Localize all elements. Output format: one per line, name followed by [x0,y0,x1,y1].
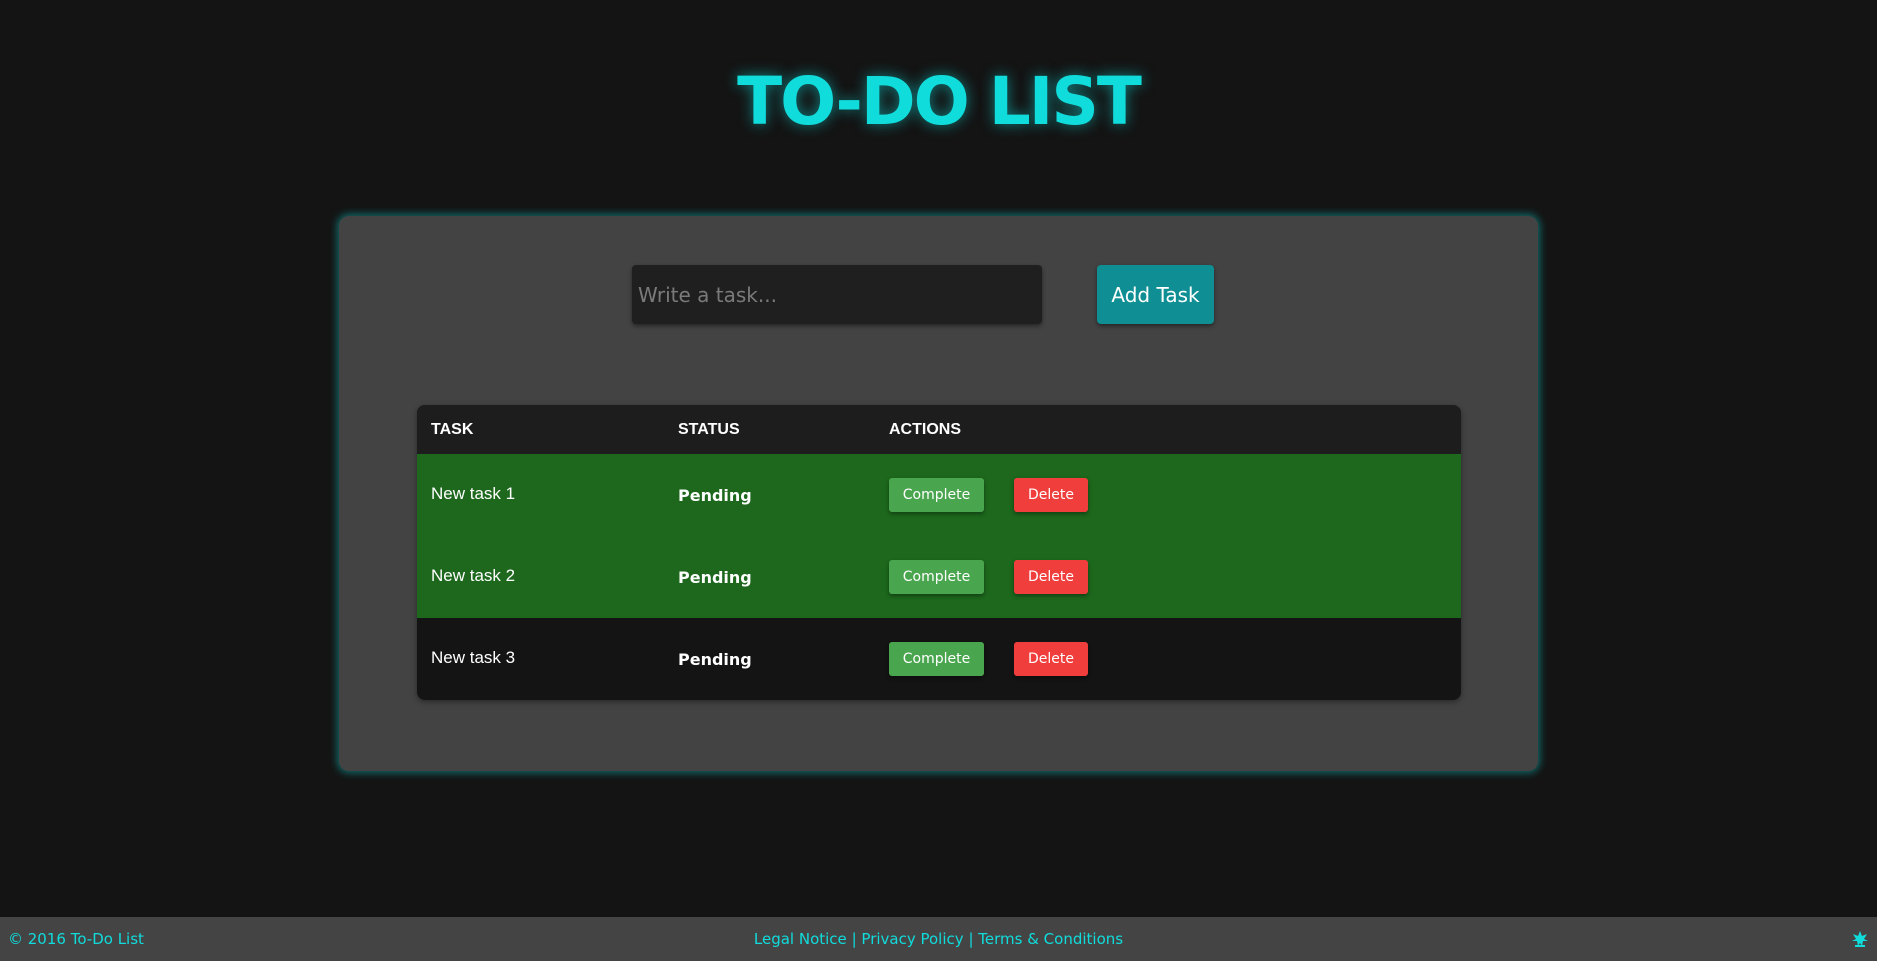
delete-button[interactable]: Delete [1014,560,1088,594]
task-input[interactable] [632,265,1042,324]
header-actions: ACTIONS [889,420,961,438]
complete-button[interactable]: Complete [889,478,984,512]
page-title: TO-DO LIST [737,63,1142,140]
footer-separator: | [968,930,974,948]
delete-button[interactable]: Delete [1014,642,1088,676]
table-row: New task 2 Pending Complete Delete [417,536,1461,618]
task-name: New task 1 [431,484,516,503]
footer-links: Legal Notice | Privacy Policy | Terms & … [0,917,1877,961]
table-header: TASK STATUS ACTIONS [417,405,1461,454]
footer: © 2016 To-Do List Legal Notice | Privacy… [0,917,1877,961]
header-task: TASK [431,420,474,438]
task-status: Pending [678,485,752,505]
footer-separator: | [851,930,857,948]
privacy-policy-link[interactable]: Privacy Policy [861,930,963,948]
add-task-button[interactable]: Add Task [1097,265,1214,324]
table-row: New task 1 Pending Complete Delete [417,454,1461,536]
complete-button[interactable]: Complete [889,642,984,676]
terms-conditions-link[interactable]: Terms & Conditions [978,930,1123,948]
task-table: TASK STATUS ACTIONS New task 1 Pending C… [417,405,1461,700]
task-status: Pending [678,567,752,587]
todo-panel: Add Task TASK STATUS ACTIONS New task 1 … [339,216,1538,771]
complete-button[interactable]: Complete [889,560,984,594]
task-name: New task 3 [431,648,516,667]
task-status: Pending [678,649,752,669]
delete-button[interactable]: Delete [1014,478,1088,512]
table-row: New task 3 Pending Complete Delete [417,618,1461,700]
legal-notice-link[interactable]: Legal Notice [754,930,847,948]
cyan-emblem-icon [1852,931,1868,947]
header-status: STATUS [678,420,740,438]
task-name: New task 2 [431,566,516,585]
